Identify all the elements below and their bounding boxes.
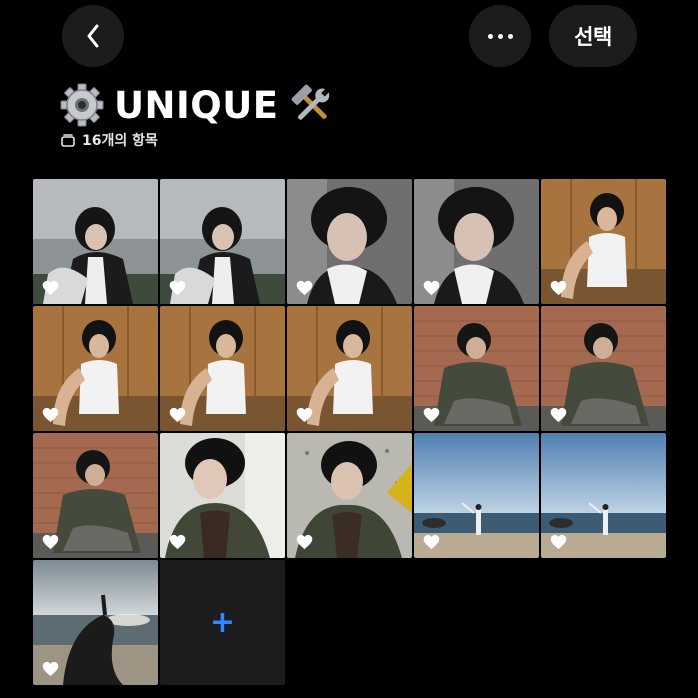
favorite-heart-icon	[296, 534, 313, 550]
photo-thumbnail[interactable]	[160, 433, 285, 558]
favorite-heart-icon	[169, 534, 186, 550]
plus-icon: +	[209, 604, 236, 640]
favorite-heart-icon	[42, 661, 59, 677]
favorite-heart-icon	[550, 280, 567, 296]
favorite-heart-icon	[42, 407, 59, 423]
select-button[interactable]: 선택	[549, 5, 637, 67]
chevron-left-icon	[87, 24, 99, 48]
photo-thumbnail[interactable]	[33, 306, 158, 431]
album-title: UNIQUE	[60, 80, 335, 130]
more-options-button[interactable]	[469, 5, 531, 67]
stack-icon	[61, 134, 75, 147]
back-button[interactable]	[62, 5, 124, 67]
ellipsis-icon	[487, 33, 513, 39]
favorite-heart-icon	[550, 534, 567, 550]
add-photo-button[interactable]: +	[160, 560, 285, 685]
favorite-heart-icon	[423, 280, 440, 296]
photo-thumbnail[interactable]	[287, 179, 412, 304]
photo-thumbnail[interactable]	[33, 560, 158, 685]
photo-thumbnail[interactable]	[541, 433, 666, 558]
gear-icon	[60, 83, 104, 127]
item-count-text: 16개의 항목	[82, 133, 158, 149]
photo-thumbnail[interactable]	[541, 306, 666, 431]
favorite-heart-icon	[550, 407, 567, 423]
favorite-heart-icon	[296, 407, 313, 423]
photo-thumbnail[interactable]	[33, 433, 158, 558]
photo-thumbnail[interactable]	[160, 179, 285, 304]
photo-thumbnail[interactable]	[414, 306, 539, 431]
favorite-heart-icon	[296, 280, 313, 296]
photo-thumbnail[interactable]	[160, 306, 285, 431]
hammer-wrench-icon	[291, 84, 330, 120]
photo-grid: +	[33, 179, 666, 685]
photo-thumbnail[interactable]	[287, 306, 412, 431]
favorite-heart-icon	[423, 534, 440, 550]
photo-thumbnail[interactable]	[33, 179, 158, 304]
photo-thumbnail[interactable]	[287, 433, 412, 558]
photo-thumbnail[interactable]	[414, 433, 539, 558]
favorite-heart-icon	[423, 407, 440, 423]
favorite-heart-icon	[42, 534, 59, 550]
item-count: 16개의 항목	[60, 130, 158, 150]
favorite-heart-icon	[169, 407, 186, 423]
photo-thumbnail[interactable]	[414, 179, 539, 304]
favorite-heart-icon	[169, 280, 186, 296]
album-screen: 선택 UNIQUE 16개의 항목 +	[0, 0, 698, 698]
favorite-heart-icon	[42, 280, 59, 296]
album-title-text: UNIQUE	[114, 83, 279, 127]
photo-thumbnail[interactable]	[541, 179, 666, 304]
